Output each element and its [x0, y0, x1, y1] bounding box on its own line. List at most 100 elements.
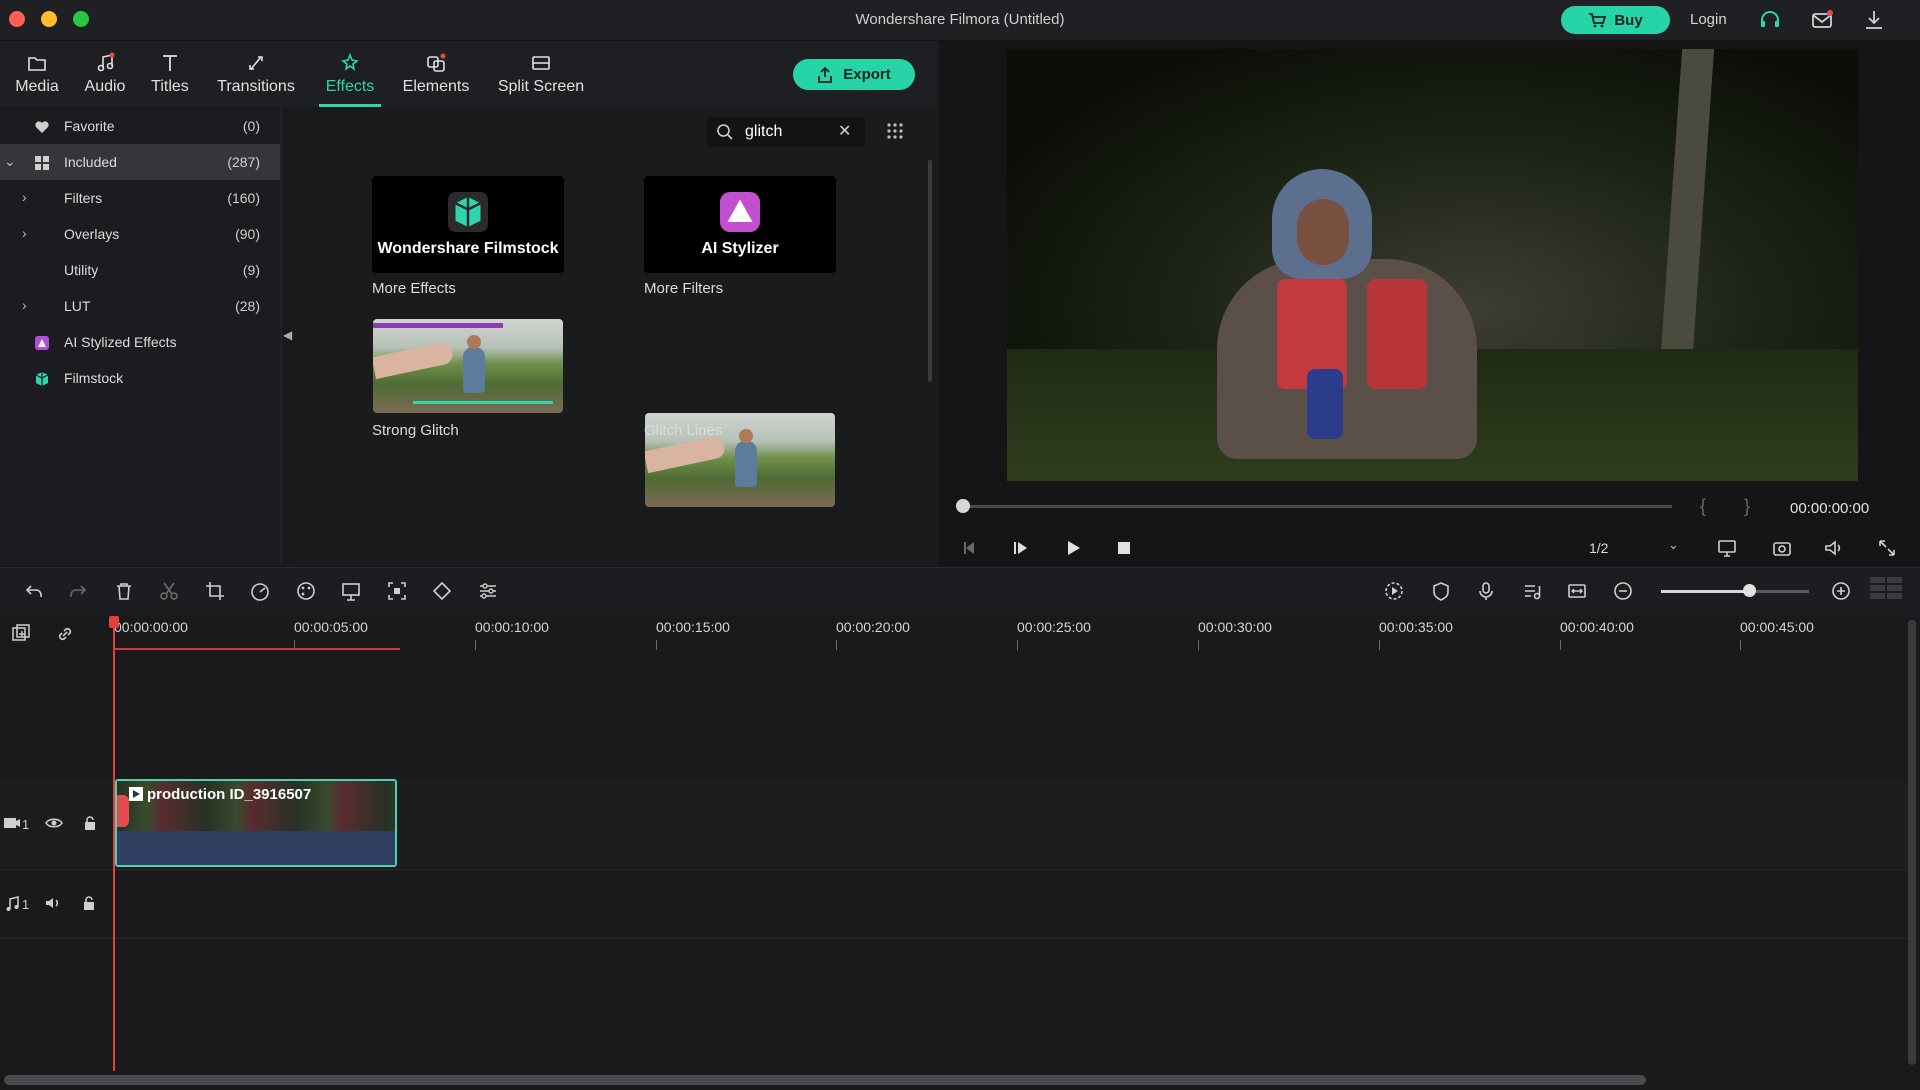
- zoom-slider-handle[interactable]: [1743, 584, 1756, 597]
- support-headset-icon[interactable]: [1758, 8, 1782, 32]
- ruler-tick: [1560, 640, 1561, 650]
- tab-audio[interactable]: Audio: [80, 52, 130, 104]
- fit-frame-icon[interactable]: [386, 580, 408, 602]
- clear-search-icon[interactable]: ✕: [838, 121, 851, 141]
- lock-icon[interactable]: [82, 895, 96, 911]
- color-palette-icon[interactable]: [295, 580, 317, 602]
- ruler-label: 00:00:45:00: [1740, 619, 1814, 635]
- play-icon[interactable]: [1062, 537, 1084, 559]
- tab-media[interactable]: Media: [12, 52, 62, 104]
- undo-icon[interactable]: [23, 580, 45, 602]
- login-link[interactable]: Login: [1690, 11, 1727, 28]
- chevron-right-icon[interactable]: ›: [22, 297, 27, 313]
- export-button[interactable]: Export: [793, 59, 915, 90]
- view-grid-icon[interactable]: [885, 121, 905, 141]
- playback-progress-track[interactable]: [962, 505, 1672, 508]
- download-icon[interactable]: [1862, 8, 1886, 32]
- keyframe-icon[interactable]: [431, 580, 453, 602]
- add-track-icon[interactable]: [10, 623, 32, 645]
- display-monitor-icon[interactable]: [1716, 537, 1738, 559]
- ruler-label: 00:00:05:00: [294, 619, 368, 635]
- microphone-icon[interactable]: [1475, 580, 1497, 602]
- tab-split-screen[interactable]: Split Screen: [490, 52, 592, 104]
- chevron-down-icon[interactable]: ⌄: [1668, 537, 1679, 553]
- mark-out-icon[interactable]: }: [1744, 496, 1750, 517]
- sidebar-item-label: Overlays: [64, 226, 120, 242]
- speaker-icon[interactable]: [44, 895, 62, 911]
- stop-icon[interactable]: [1113, 537, 1135, 559]
- filmstock-card-title: Wondershare Filmstock: [377, 239, 559, 257]
- cut-icon[interactable]: [158, 580, 180, 602]
- video-clip[interactable]: production ID_3916507: [115, 779, 397, 867]
- fullscreen-icon[interactable]: [1876, 537, 1898, 559]
- buy-button[interactable]: Buy: [1561, 6, 1670, 34]
- clip-body: [117, 831, 395, 865]
- eye-icon[interactable]: [45, 815, 63, 831]
- tab-titles-label: Titles: [151, 78, 189, 95]
- render-quality-select[interactable]: 1/2: [1589, 540, 1608, 556]
- playback-timecode: 00:00:00:00: [1790, 500, 1870, 517]
- tab-titles[interactable]: Titles: [145, 52, 195, 104]
- previous-frame-icon[interactable]: [959, 537, 981, 559]
- redo-icon[interactable]: [67, 580, 89, 602]
- ai-stylizer-icon: [35, 336, 49, 350]
- zoom-out-icon[interactable]: [1612, 580, 1634, 602]
- timeline-ruler[interactable]: [110, 616, 1910, 652]
- playhead-line[interactable]: [113, 616, 115, 1071]
- timeline-horizontal-scrollbar[interactable]: [4, 1075, 1646, 1085]
- timeline-vertical-scrollbar[interactable]: [1908, 620, 1916, 1065]
- tab-effects-label: Effects: [325, 78, 375, 95]
- crop-icon[interactable]: [204, 580, 226, 602]
- green-screen-icon[interactable]: [340, 580, 362, 602]
- sidebar-item-included[interactable]: ⌄ Included (287): [0, 144, 280, 180]
- filmstock-promo-card[interactable]: Wondershare Filmstock: [372, 176, 564, 273]
- video-preview: [1007, 49, 1858, 481]
- sidebar-item-lut[interactable]: › LUT (28): [0, 288, 280, 324]
- sidebar-item-filmstock[interactable]: Filmstock: [0, 360, 280, 396]
- playback-scrubber[interactable]: [956, 499, 970, 513]
- collapse-sidebar-icon[interactable]: ◀: [283, 328, 292, 342]
- tab-elements-label: Elements: [402, 78, 470, 95]
- tab-effects[interactable]: Effects: [319, 52, 381, 104]
- snapshot-camera-icon[interactable]: [1771, 537, 1793, 559]
- sidebar-item-favorite[interactable]: Favorite (0): [0, 108, 280, 144]
- marker-shield-icon[interactable]: [1430, 580, 1452, 602]
- sidebar-item-label: Filters: [64, 190, 103, 206]
- sidebar-item-utility[interactable]: Utility (9): [0, 252, 280, 288]
- ai-stylizer-promo-card[interactable]: AI Stylizer: [644, 176, 836, 273]
- volume-icon[interactable]: [1822, 537, 1844, 559]
- sidebar-item-overlays[interactable]: › Overlays (90): [0, 216, 280, 252]
- chevron-down-icon[interactable]: ⌄: [4, 153, 16, 170]
- search-input[interactable]: glitch: [745, 123, 782, 141]
- render-preview-icon[interactable]: [1383, 580, 1405, 602]
- speed-icon[interactable]: [249, 580, 271, 602]
- tab-transitions[interactable]: Transitions: [210, 52, 302, 104]
- ruler-label: 00:00:30:00: [1198, 619, 1272, 635]
- ruler-tick: [1740, 640, 1741, 650]
- mail-icon[interactable]: [1810, 8, 1834, 32]
- ruler-label: 00:00:20:00: [836, 619, 910, 635]
- zoom-in-icon[interactable]: [1830, 580, 1852, 602]
- mark-in-icon[interactable]: {: [1700, 496, 1706, 517]
- chevron-right-icon[interactable]: ›: [22, 225, 27, 241]
- tab-elements[interactable]: Elements: [397, 52, 475, 104]
- sidebar-item-filters[interactable]: › Filters (160): [0, 180, 280, 216]
- playhead-handle[interactable]: [109, 616, 119, 628]
- sidebar-item-count: (0): [242, 118, 260, 134]
- effects-scrollbar[interactable]: [928, 160, 932, 382]
- play-frame-icon[interactable]: [1010, 537, 1032, 559]
- layout-grid-icon[interactable]: [1870, 577, 1902, 605]
- link-icon[interactable]: [54, 623, 76, 645]
- ruler-tick: [1017, 640, 1018, 650]
- lock-icon[interactable]: [83, 815, 97, 831]
- effect-thumbnail-strong-glitch[interactable]: [373, 319, 563, 413]
- ruler-tick: [836, 640, 837, 650]
- fit-timeline-icon[interactable]: [1566, 580, 1588, 602]
- sidebar-item-ai-stylized-effects[interactable]: AI Stylized Effects: [0, 324, 280, 360]
- adjust-sliders-icon[interactable]: [477, 580, 499, 602]
- delete-icon[interactable]: [113, 580, 135, 602]
- clip-trim-handle[interactable]: [117, 795, 129, 827]
- clip-label: production ID_3916507: [147, 786, 312, 803]
- chevron-right-icon[interactable]: ›: [22, 189, 27, 205]
- audio-mixer-icon[interactable]: [1521, 580, 1543, 602]
